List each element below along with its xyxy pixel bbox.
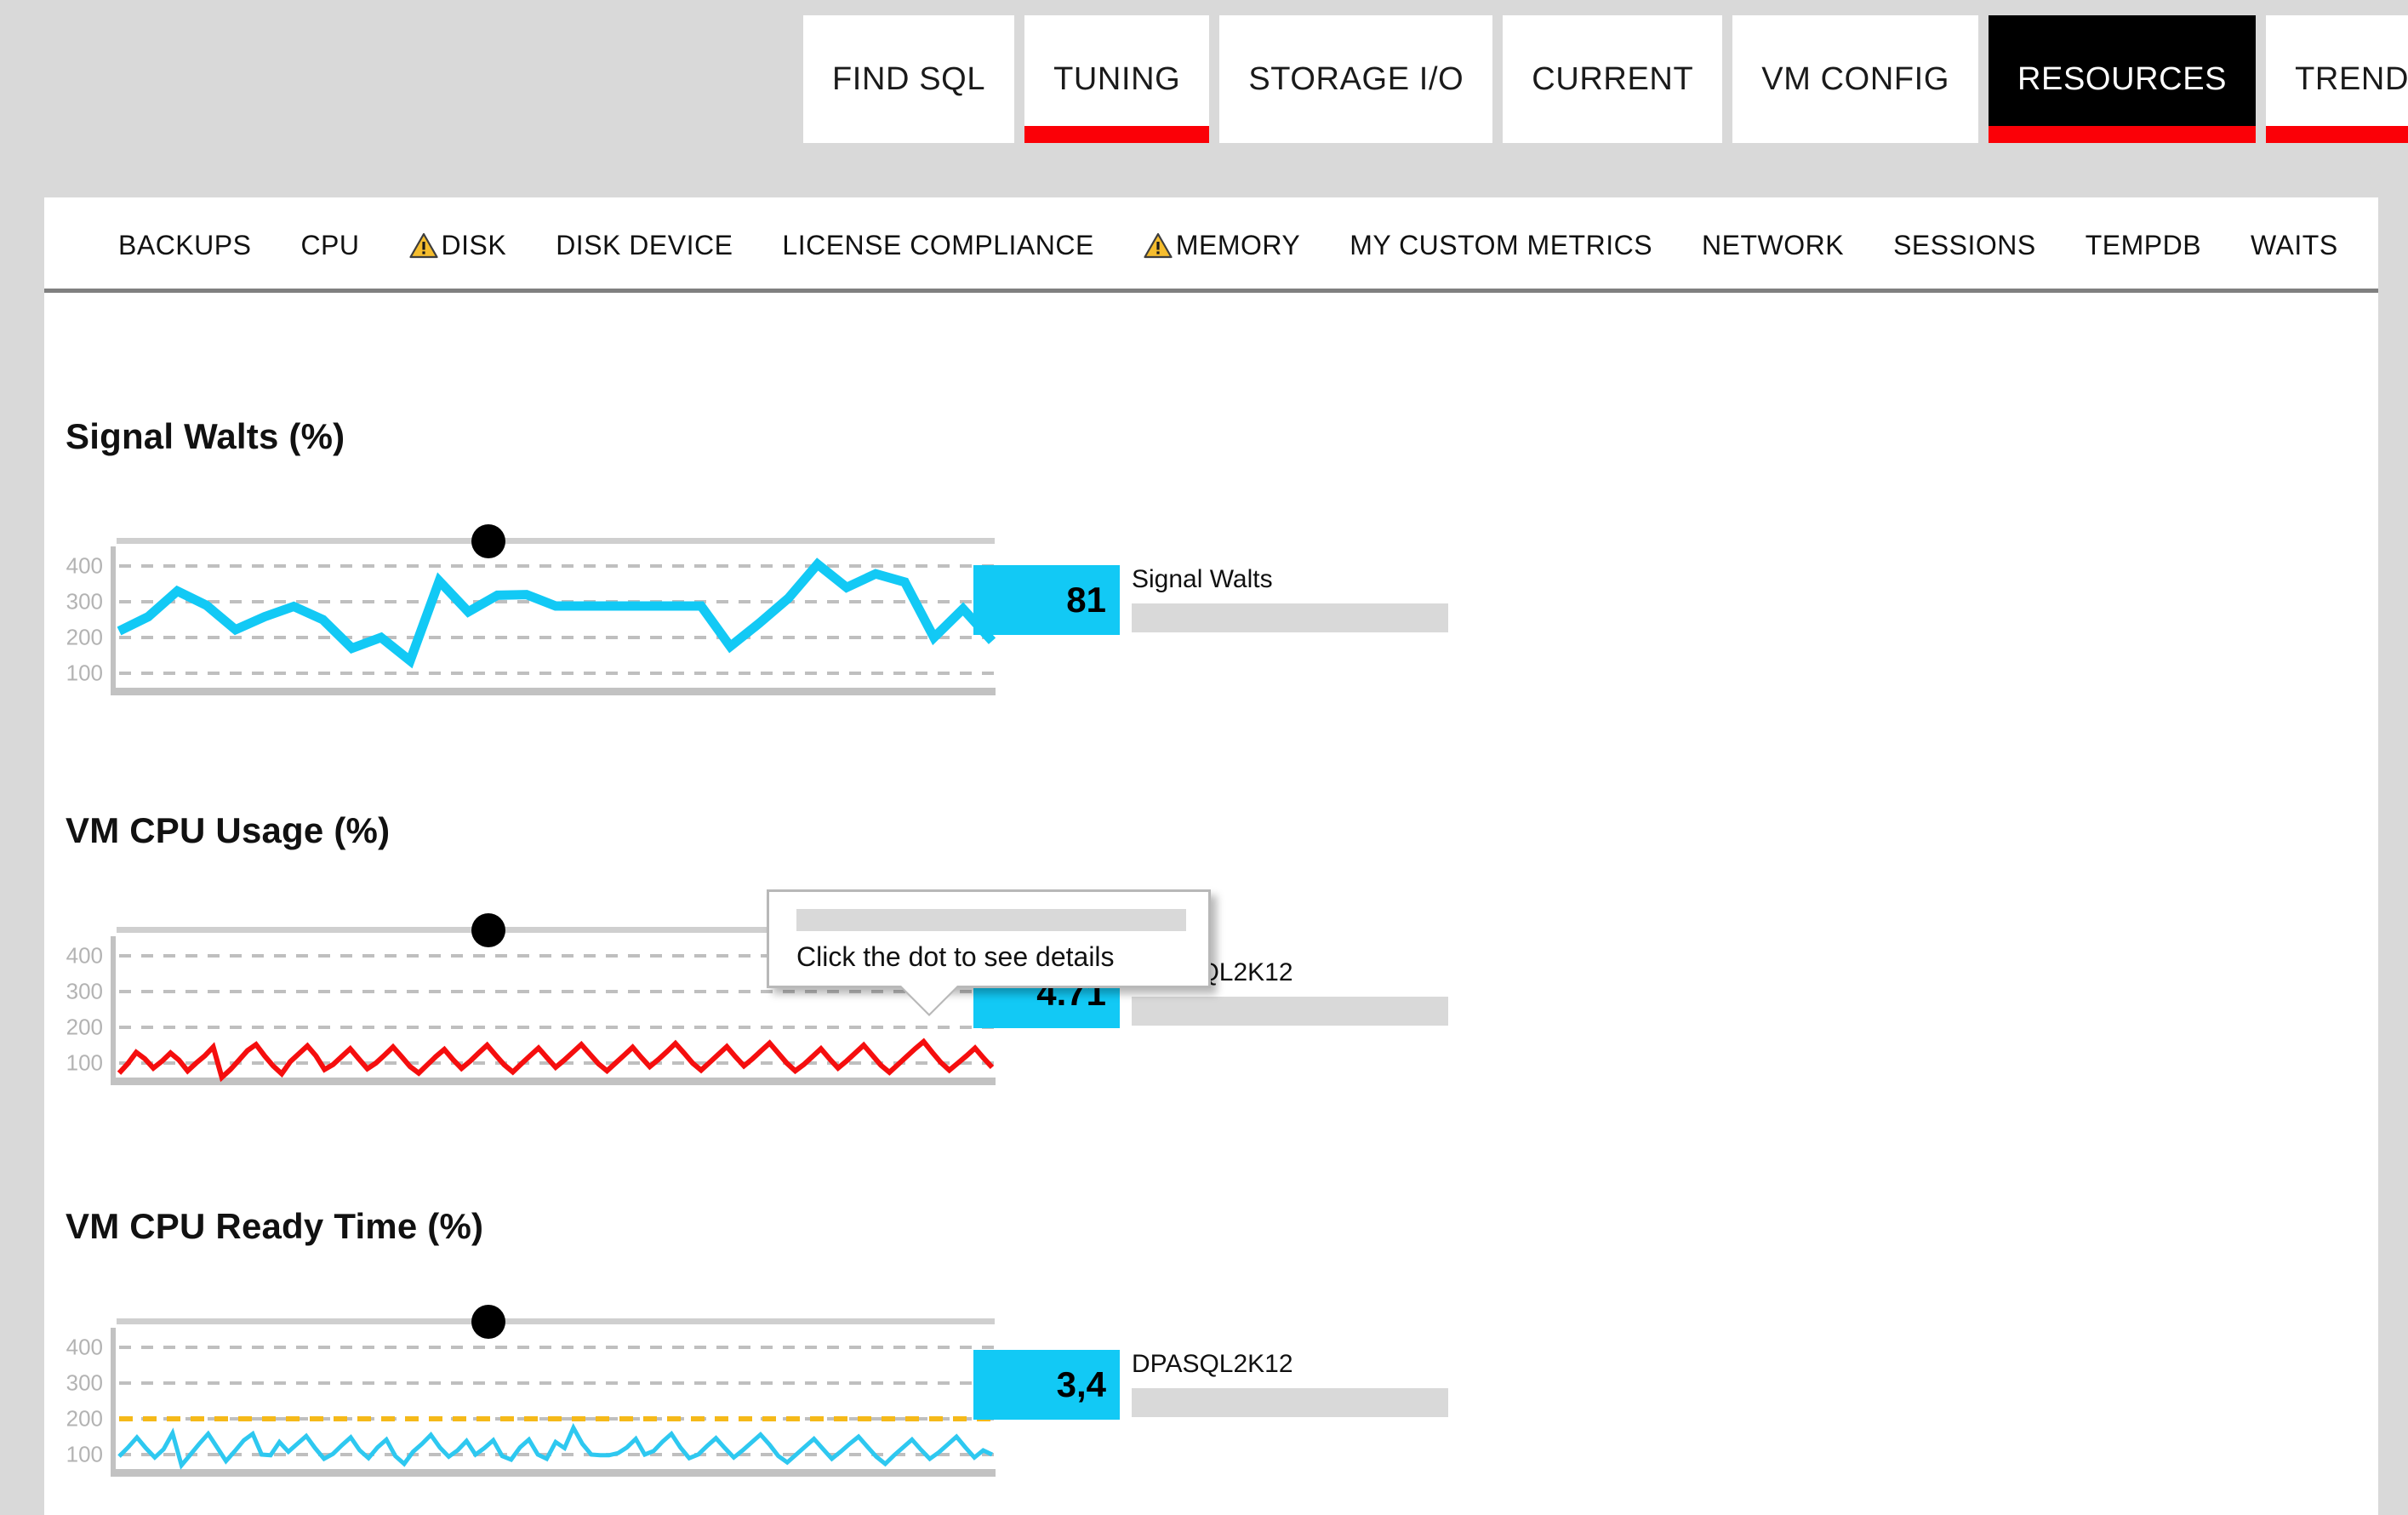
plot-area-vm-cpu-ready-time[interactable] [111, 1328, 996, 1477]
legend-placeholder-bar [1132, 603, 1448, 632]
sidebar-item-backups[interactable]: BACKUPS [94, 230, 276, 261]
y-tick-400: 400 [66, 552, 103, 579]
legend-label-signal-walts: Signal Walts [1132, 565, 1273, 593]
legend-signal-walts: 81 Signal Walts [973, 565, 1448, 635]
status-badge-vm-cpu-ready-time: 3,4 [973, 1350, 1120, 1420]
page-title-vm-cpu-usage: VM CPU Usage (%) [66, 810, 391, 850]
tab-storage-io[interactable]: STORAGE I/O [1219, 15, 1493, 143]
legend-placeholder-bar [1132, 997, 1448, 1026]
y-tick-300: 300 [66, 588, 103, 615]
tooltip-text: Click the dot to see details [796, 941, 1115, 972]
tab-find-sql[interactable]: FIND SQL [803, 15, 1015, 143]
tab-current-label: CURRENT [1532, 60, 1694, 97]
sidebar-item-sessions[interactable]: SESSIONS [1869, 230, 2061, 261]
sidebar-item-cpu[interactable]: CPU [276, 230, 384, 261]
main-content-panel: BACKUPS CPU DISK DISK DEVICE LICENSE COM… [44, 197, 2378, 1515]
tab-resources-label: RESOURCES [2017, 60, 2228, 97]
sidebar-item-disk[interactable]: DISK [385, 230, 532, 261]
subnav-label-disk: DISK [441, 229, 507, 260]
page-title-vm-cpu-ready-time: VM CPU Ready Time (%) [66, 1206, 484, 1246]
subnav-label-sessions: SESSIONS [1893, 229, 2036, 260]
sidebar-item-license-compliance[interactable]: LICENSE COMPLIANCE [757, 230, 1118, 261]
y-axis-labels-signal-walts: 400 300 200 100 [40, 553, 103, 728]
tab-find-sql-label: FIND SQL [832, 60, 986, 97]
y-tick-100: 100 [66, 660, 103, 686]
timeline-track-vm-cpu-ready-time[interactable] [117, 1318, 995, 1324]
legend-placeholder-bar [1132, 1388, 1448, 1417]
y-tick-100: 100 [66, 1049, 103, 1076]
y-tick-400: 400 [66, 1334, 103, 1360]
tooltip-arrow-icon [901, 986, 957, 1014]
legend-label-vm-cpu-ready-time: DPASQL2K12 [1132, 1350, 1293, 1378]
subnav-label-cpu: CPU [300, 229, 360, 260]
y-axis-labels-vm-cpu-ready-time: 400 300 200 100 [40, 1335, 103, 1509]
subnav-label-memory: MEMORY [1175, 229, 1301, 260]
timeline-track-signal-walts[interactable] [117, 538, 995, 544]
tooltip-placeholder-bar [796, 909, 1186, 931]
y-tick-200: 200 [66, 1014, 103, 1040]
subnav-label-my-custom-metrics: MY CUSTOM METRICS [1350, 229, 1653, 260]
legend-vm-cpu-ready-time: 3,4 DPASQL2K12 [973, 1350, 1448, 1420]
sidebar-item-waits[interactable]: WAITS [2226, 230, 2363, 261]
y-tick-100: 100 [66, 1441, 103, 1467]
tab-trends[interactable]: TRENDS [2266, 15, 2408, 143]
tooltip-click-dot: Click the dot to see details [767, 889, 1211, 1014]
sidebar-item-tempdb[interactable]: TEMPDB [2061, 230, 2226, 261]
y-tick-300: 300 [66, 978, 103, 1004]
top-navigation-bar: TRENDS FIND SQL TUNING STORAGE I/O CURRE… [0, 0, 2408, 167]
resource-category-navigation: BACKUPS CPU DISK DISK DEVICE LICENSE COM… [44, 197, 2378, 293]
tab-resources[interactable]: RESOURCES [1989, 15, 2257, 143]
tab-tuning-label: TUNING [1053, 60, 1181, 97]
warning-icon [408, 232, 438, 259]
subnav-label-license-compliance: LICENSE COMPLIANCE [782, 229, 1094, 260]
tab-vm-config[interactable]: VM CONFIG [1732, 15, 1978, 143]
sidebar-item-network[interactable]: NETWORK [1677, 230, 1869, 261]
status-badge-signal-walts: 81 [973, 565, 1120, 635]
y-tick-200: 200 [66, 1405, 103, 1432]
sidebar-item-my-custom-metrics[interactable]: MY CUSTOM METRICS [1325, 230, 1677, 261]
legend-detail: DPASQL2K12 [1132, 1350, 1448, 1417]
y-axis-labels-vm-cpu-usage: 400 300 200 100 [40, 943, 103, 1118]
y-tick-300: 300 [66, 1369, 103, 1396]
subnav-label-waits: WAITS [2251, 229, 2338, 260]
subnav-label-backups: BACKUPS [118, 229, 252, 260]
tab-current[interactable]: CURRENT [1503, 15, 1723, 143]
y-tick-400: 400 [66, 942, 103, 969]
y-tick-200: 200 [66, 624, 103, 650]
legend-detail: Signal Walts [1132, 565, 1448, 632]
warning-icon [1144, 232, 1173, 259]
subnav-label-disk-device: DISK DEVICE [556, 229, 733, 260]
subnav-label-network: NETWORK [1702, 229, 1845, 260]
plot-area-signal-walts[interactable] [111, 546, 996, 695]
sidebar-item-disk-device[interactable]: DISK DEVICE [531, 230, 757, 261]
subnav-label-tempdb: TEMPDB [2085, 229, 2202, 260]
page-title-signal-walts: Signal Walts (%) [66, 416, 345, 456]
top-tab-list: TRENDS FIND SQL TUNING STORAGE I/O CURRE… [803, 15, 2408, 143]
tab-trends-label: TRENDS [2295, 60, 2408, 97]
tab-storage-io-label: STORAGE I/O [1248, 60, 1464, 97]
tab-tuning[interactable]: TUNING [1024, 15, 1210, 143]
sidebar-item-memory[interactable]: MEMORY [1119, 230, 1325, 261]
tab-vm-config-label: VM CONFIG [1761, 60, 1949, 97]
